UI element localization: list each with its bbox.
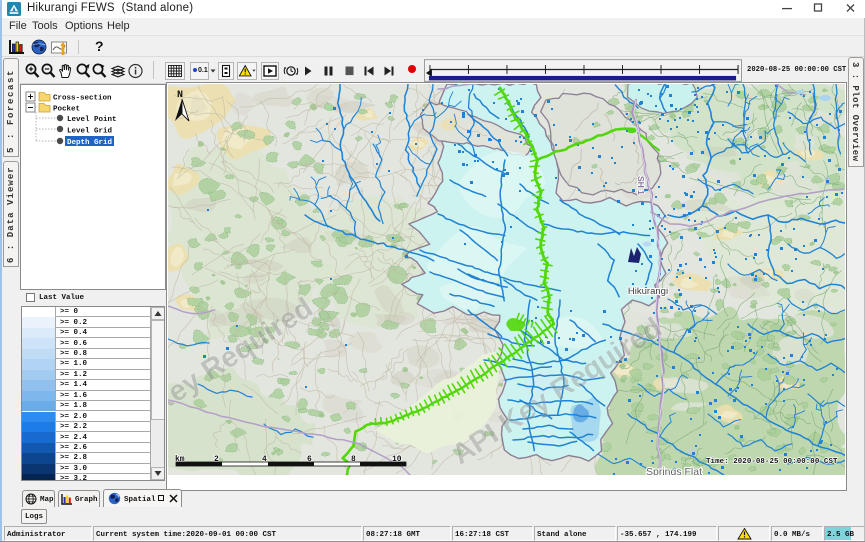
svg-text:SH 1: SH 1 [636,176,646,195]
svg-text:Level Point: Level Point [67,116,117,124]
svg-text:Level Grid: Level Grid [67,128,112,136]
svg-text:Cross-section: Cross-section [53,95,112,103]
svg-text:Springs Flat: Springs Flat [646,466,702,475]
svg-text:Hikurangi: Hikurangi [628,286,668,297]
svg-text:Depth Grid: Depth Grid [67,139,112,147]
svg-text:Pocket: Pocket [53,106,80,114]
svg-text:Time: 2020-08-25 00:00:00 CST: Time: 2020-08-25 00:00:00 CST [706,458,838,466]
